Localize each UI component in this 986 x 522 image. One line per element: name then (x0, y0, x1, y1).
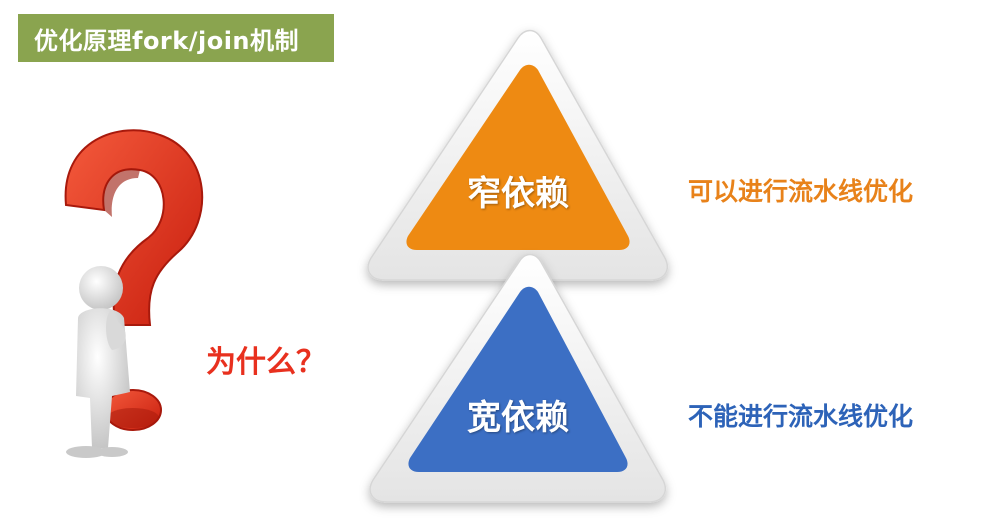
wide-dependency-triangle (369, 253, 667, 503)
narrow-dependency-triangle (367, 29, 669, 281)
wide-dependency-description: 不能进行流水线优化 (688, 402, 914, 431)
diagram-canvas (64, 29, 669, 503)
thinking-person-icon (66, 266, 130, 458)
narrow-dependency-description: 可以进行流水线优化 (688, 177, 914, 206)
why-question-text: 为什么？ (206, 345, 326, 380)
narrow-dependency-label: 窄依赖 (467, 174, 569, 214)
wide-dependency-label: 宽依赖 (467, 398, 569, 438)
